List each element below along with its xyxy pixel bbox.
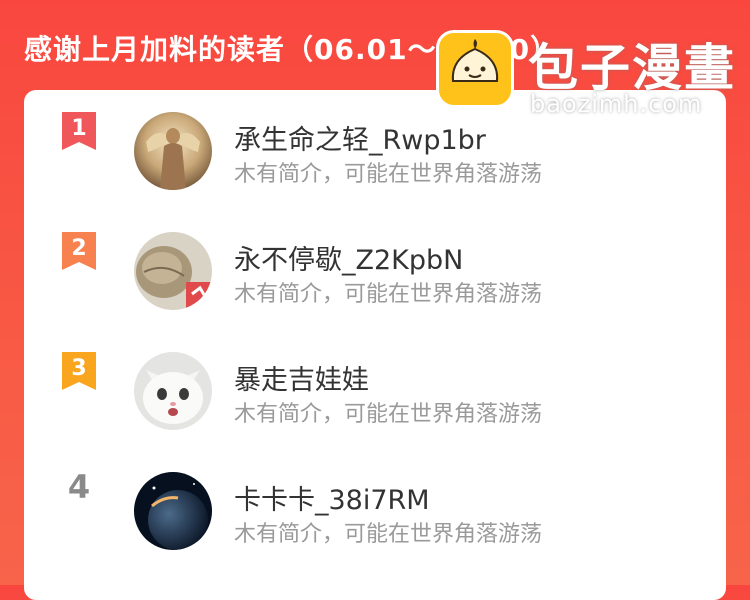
- site-watermark: 包子漫畫 baozimh.com: [436, 28, 736, 120]
- planet-avatar: [134, 472, 212, 550]
- reader-bio: 木有简介，可能在世界角落游荡: [234, 402, 543, 427]
- reader-bio: 木有简介，可能在世界角落游荡: [234, 522, 543, 547]
- rock-avatar: [134, 232, 212, 310]
- reader-name[interactable]: 暴走吉娃娃: [234, 358, 369, 397]
- reader-bio: 木有简介，可能在世界角落游荡: [234, 162, 543, 187]
- angel-statue-avatar: [134, 112, 212, 190]
- reader-name[interactable]: 永不停歇_Z2KpbN: [234, 238, 463, 277]
- reader-row-3[interactable]: 3 暴走吉娃娃 木有简介，可能在世界角落游荡: [24, 330, 726, 440]
- rank-badge-1: 1: [58, 112, 100, 150]
- avatar[interactable]: [134, 112, 212, 190]
- reader-bio: 木有简介，可能在世界角落游荡: [234, 282, 543, 307]
- avatar[interactable]: [134, 472, 212, 550]
- rank-badge-2: 2: [58, 232, 100, 270]
- white-cat-avatar: [134, 352, 212, 430]
- reader-row-2[interactable]: 2 永不停歇_Z2KpbN 木有简介，可能在世界角落游荡: [24, 210, 726, 320]
- rank-number: 4: [67, 468, 91, 506]
- reader-name[interactable]: 卡卡卡_38i7RM: [234, 478, 430, 517]
- rank-number: 1: [71, 116, 87, 141]
- rank-number: 2: [71, 236, 87, 261]
- reader-list: 1 承生命之轻_Rwp1br 木有简介，可能在世界角落游荡 2 永不停歇_Z2K…: [24, 90, 726, 600]
- avatar[interactable]: [134, 232, 212, 310]
- bun-logo-icon: [436, 30, 514, 108]
- rank-number: 3: [71, 356, 87, 381]
- avatar[interactable]: [134, 352, 212, 430]
- rank-badge-3: 3: [58, 352, 100, 390]
- reader-name[interactable]: 承生命之轻_Rwp1br: [234, 118, 486, 157]
- reader-row-4[interactable]: 4 卡卡卡_38i7RM 木有简介，可能在世界角落游荡: [24, 450, 726, 560]
- watermark-url: baozimh.com: [530, 90, 703, 118]
